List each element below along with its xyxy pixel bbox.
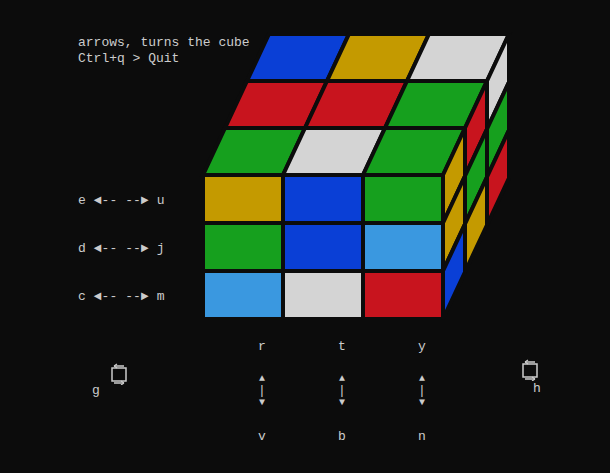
column-key[interactable]: t ▲|▼ b xyxy=(302,339,382,445)
column-key[interactable]: y ▲|▼ n xyxy=(382,339,462,445)
arrow-down-icon: ▼ xyxy=(339,397,345,409)
arrow-up-icon: ▲ xyxy=(419,373,425,385)
key-label: u xyxy=(157,193,165,209)
key-label: b xyxy=(338,429,346,445)
arrow-left-icon: ◄-- xyxy=(94,241,117,257)
rubiks-cube[interactable] xyxy=(0,0,610,473)
cube-sticker xyxy=(487,130,509,225)
cube-sticker xyxy=(283,223,363,271)
row-keys: e ◄-- --► u d ◄-- --► j c ◄-- --► m xyxy=(78,193,164,305)
key-label: n xyxy=(418,429,426,445)
arrow-down-icon: ▼ xyxy=(419,397,425,409)
help-text: arrows, turns the cubeCtrl+q > Quit xyxy=(78,35,250,67)
arrow-up-icon: ▲ xyxy=(339,373,345,385)
key-label: j xyxy=(157,241,165,257)
cube-sticker xyxy=(203,271,283,319)
arrow-right-icon: --► xyxy=(125,289,148,305)
key-label: v xyxy=(258,429,266,445)
cube-sticker xyxy=(363,271,443,319)
bar-icon: | xyxy=(418,385,426,397)
row-key[interactable]: d ◄-- --► j xyxy=(78,241,164,257)
rotate-right-icon[interactable] xyxy=(519,359,541,381)
bar-icon: | xyxy=(338,385,346,397)
key-label: e xyxy=(78,193,86,209)
arrow-left-icon: ◄-- xyxy=(94,193,117,209)
column-key[interactable]: r ▲|▼ v xyxy=(222,339,302,445)
arrow-up-icon: ▲ xyxy=(259,373,265,385)
key-label: g xyxy=(92,383,100,399)
cube-sticker xyxy=(203,223,283,271)
rotate-left[interactable]: g xyxy=(92,359,130,399)
row-key[interactable]: c ◄-- --► m xyxy=(78,289,164,305)
cube-sticker xyxy=(363,175,443,223)
cube-sticker xyxy=(363,223,443,271)
help-line: Ctrl+q > Quit xyxy=(78,51,250,67)
key-label: h xyxy=(533,381,541,397)
cube-sticker xyxy=(465,177,487,272)
key-label: t xyxy=(338,339,346,355)
cube-sticker xyxy=(443,224,465,319)
key-label: d xyxy=(78,241,86,257)
cube-sticker xyxy=(283,175,363,223)
cube-sticker xyxy=(203,175,283,223)
rotate-right[interactable]: h xyxy=(519,359,541,397)
arrow-right-icon: --► xyxy=(125,193,148,209)
row-key[interactable]: e ◄-- --► u xyxy=(78,193,164,209)
key-label: r xyxy=(258,339,266,355)
arrow-down-icon: ▼ xyxy=(259,397,265,409)
key-label: y xyxy=(418,339,426,355)
cube-sticker xyxy=(283,271,363,319)
arrow-right-icon: --► xyxy=(125,241,148,257)
column-keys: r▲|▼vt▲|▼by▲|▼n xyxy=(222,339,462,445)
rotate-left-icon[interactable] xyxy=(108,363,130,385)
help-line: arrows, turns the cube xyxy=(78,35,250,51)
key-label: m xyxy=(157,289,165,305)
key-label: c xyxy=(78,289,86,305)
bar-icon: | xyxy=(258,385,266,397)
arrow-left-icon: ◄-- xyxy=(94,289,117,305)
terminal-screen: arrows, turns the cubeCtrl+q > Quite◄---… xyxy=(0,0,610,473)
